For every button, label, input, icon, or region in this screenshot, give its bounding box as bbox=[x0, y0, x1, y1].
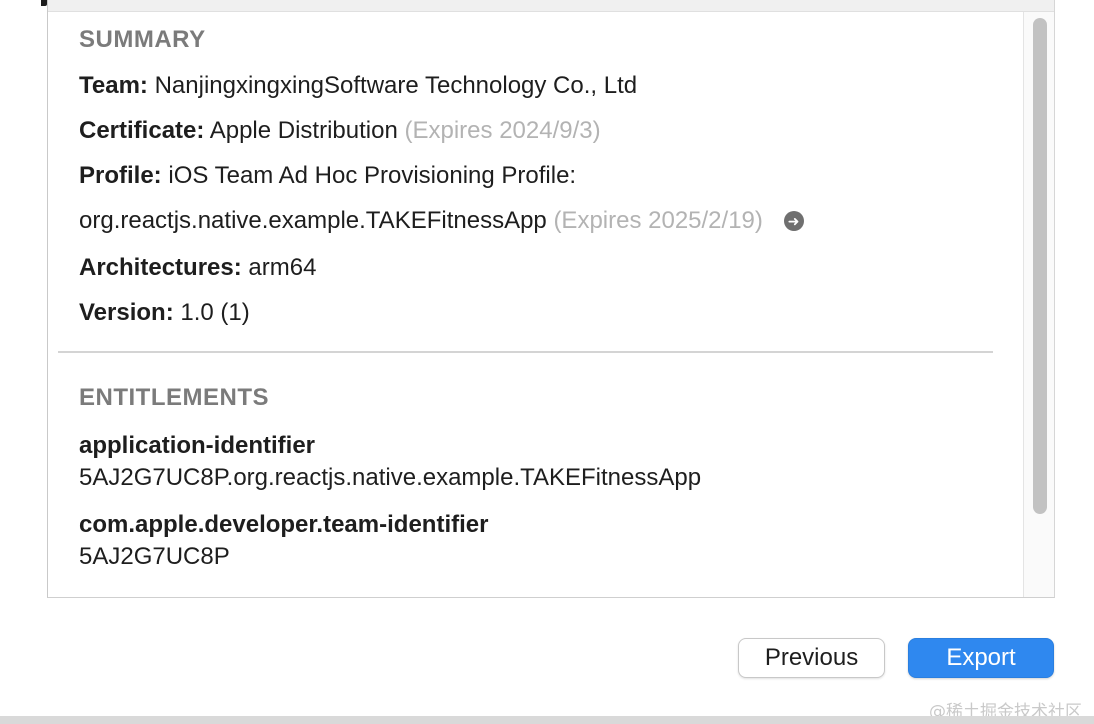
summary-content: SUMMARY Team: NanjingxingxingSoftware Te… bbox=[48, 12, 1023, 597]
architectures-key: Architectures: bbox=[79, 254, 242, 281]
version-key: Version: bbox=[79, 299, 174, 326]
scroll-view-top-edge bbox=[48, 0, 1054, 12]
certificate-key: Certificate: bbox=[79, 117, 205, 144]
export-summary-window: SUMMARY Team: NanjingxingxingSoftware Te… bbox=[0, 0, 1094, 724]
version-row: Version: 1.0 (1) bbox=[79, 299, 250, 327]
entitlements-heading: ENTITLEMENTS bbox=[79, 384, 269, 411]
team-value: NanjingxingxingSoftware Technology Co., … bbox=[154, 72, 638, 99]
summary-heading: SUMMARY bbox=[79, 26, 206, 53]
team-row: Team: NanjingxingxingSoftware Technology… bbox=[79, 72, 637, 100]
window-bottom-edge bbox=[0, 716, 1094, 724]
entitlement-key: com.apple.developer.team-identifier bbox=[79, 511, 489, 538]
summary-scroll-view[interactable]: SUMMARY Team: NanjingxingxingSoftware Te… bbox=[47, 0, 1055, 598]
export-button[interactable]: Export bbox=[908, 638, 1054, 678]
certificate-expiry: (Expires 2024/9/3) bbox=[404, 117, 601, 144]
certificate-row: Certificate: Apple Distribution (Expires… bbox=[79, 117, 601, 145]
section-divider bbox=[58, 351, 993, 353]
architectures-row: Architectures: arm64 bbox=[79, 254, 316, 282]
arrow-right-circle-icon[interactable]: ➜ bbox=[783, 211, 804, 231]
previous-button[interactable]: Previous bbox=[738, 638, 885, 678]
profile-row-continued: org.reactjs.native.example.TAKEFitnessAp… bbox=[79, 207, 804, 235]
team-key: Team: bbox=[79, 72, 148, 99]
entitlement-key: application-identifier bbox=[79, 432, 316, 459]
scrollbar-thumb[interactable] bbox=[1033, 18, 1047, 514]
profile-key: Profile: bbox=[79, 162, 162, 189]
version-value: 1.0 (1) bbox=[180, 299, 250, 326]
entitlement-value: 5AJ2G7UC8P.org.reactjs.native.example.TA… bbox=[79, 464, 702, 491]
architectures-value: arm64 bbox=[248, 254, 317, 281]
vertical-scrollbar[interactable] bbox=[1023, 12, 1054, 597]
profile-value-line2: org.reactjs.native.example.TAKEFitnessAp… bbox=[79, 207, 547, 234]
entitlement-value: 5AJ2G7UC8P bbox=[79, 543, 230, 570]
profile-expiry: (Expires 2025/2/19) bbox=[553, 207, 763, 234]
left-gutter bbox=[0, 0, 47, 598]
profile-value-line1: iOS Team Ad Hoc Provisioning Profile: bbox=[168, 162, 577, 189]
certificate-value: Apple Distribution bbox=[209, 117, 398, 144]
profile-row: Profile: iOS Team Ad Hoc Provisioning Pr… bbox=[79, 162, 576, 190]
